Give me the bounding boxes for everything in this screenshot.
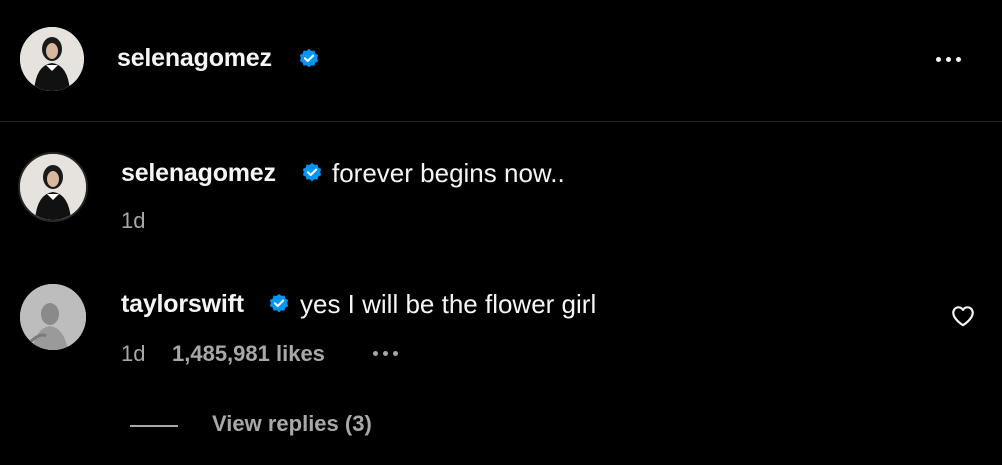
comment-timestamp[interactable]: 1d bbox=[121, 341, 145, 367]
view-replies-button[interactable]: View replies (3) bbox=[212, 411, 372, 437]
replies-divider bbox=[130, 425, 178, 427]
verified-badge-icon bbox=[269, 293, 289, 313]
commenter-username[interactable]: taylorswift bbox=[121, 290, 244, 319]
more-options-button[interactable] bbox=[928, 47, 968, 71]
verified-badge-icon bbox=[302, 162, 322, 182]
post-header: selenagomez bbox=[0, 0, 1002, 122]
author-username[interactable]: selenagomez bbox=[117, 44, 272, 73]
verified-badge-icon bbox=[299, 48, 319, 68]
more-horizontal-icon bbox=[935, 56, 941, 62]
comment-text: yes I will be the flower girl bbox=[300, 289, 597, 319]
author-avatar[interactable] bbox=[20, 27, 84, 91]
comment-more-button[interactable] bbox=[373, 344, 409, 362]
caption-avatar[interactable] bbox=[18, 152, 88, 222]
comment-likes-count[interactable]: 1,485,981 likes bbox=[172, 341, 325, 367]
caption-text: forever begins now.. bbox=[332, 158, 565, 188]
more-horizontal-icon bbox=[373, 350, 378, 356]
heart-icon[interactable] bbox=[950, 303, 976, 329]
commenter-avatar[interactable] bbox=[20, 284, 86, 350]
caption-timestamp[interactable]: 1d bbox=[121, 208, 145, 234]
caption-username[interactable]: selenagomez bbox=[121, 159, 276, 188]
comments-panel: selenagomez selenagomez forever begins n… bbox=[0, 0, 1002, 465]
